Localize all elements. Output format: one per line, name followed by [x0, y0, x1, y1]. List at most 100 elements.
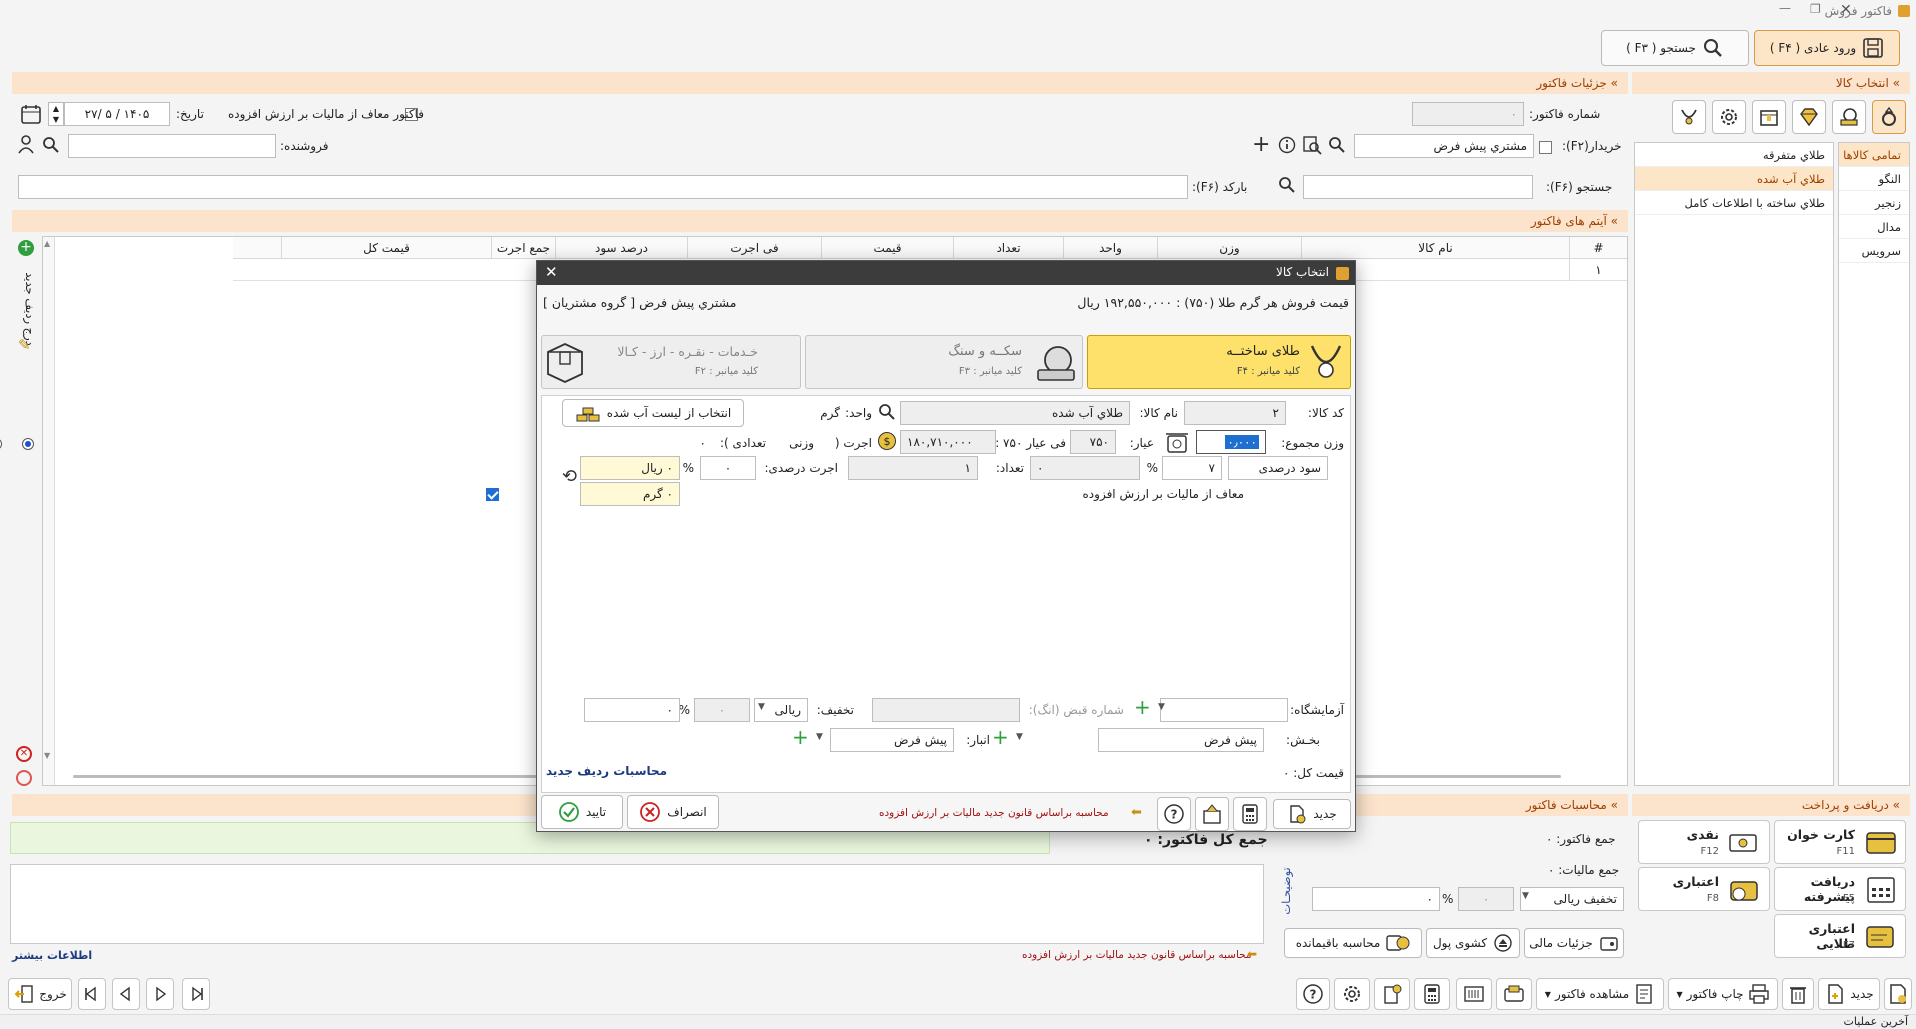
add-buyer-icon[interactable]: + [1252, 132, 1270, 157]
name-field[interactable]: طلاي آب شده [900, 401, 1130, 425]
melted-list-button[interactable]: انتخاب از لیست آب شده [562, 399, 744, 427]
tab-normal-entry[interactable]: ورود عادی ( F۴ ) [1754, 30, 1900, 66]
block-icon[interactable] [16, 770, 32, 786]
profit-type-select[interactable]: سود درصدی [1228, 456, 1328, 480]
financial-details-button[interactable]: جزئیات مالی [1524, 928, 1624, 958]
price-settings-icon[interactable] [1195, 797, 1229, 831]
goods-search-field[interactable] [1303, 175, 1533, 199]
last-page-icon[interactable] [78, 978, 106, 1010]
swap-arrows-icon[interactable]: ⟲ [562, 466, 577, 487]
card-reader-button[interactable]: کارت خوان F11 [1774, 820, 1906, 864]
vertical-scrollbar[interactable]: ▲ ▼ [43, 237, 55, 785]
new-document-icon[interactable] [1884, 978, 1912, 1010]
wage-weight-radio[interactable] [22, 438, 34, 450]
gold-credit-button[interactable]: اعتباری طلایی F7 [1774, 914, 1906, 958]
gear-icon[interactable] [1334, 978, 1370, 1010]
date-spinner[interactable]: ▲ ▼ [48, 102, 64, 126]
seller-field[interactable] [68, 134, 276, 158]
invoice-discount-value[interactable]: ۰ [1312, 887, 1440, 911]
close-icon[interactable]: ✕ [1840, 2, 1852, 18]
type-card-made-gold[interactable]: طلای ساختــه کلید میانبر : F۴ [1087, 335, 1351, 389]
new-button[interactable]: جدید [1818, 978, 1880, 1010]
category-item[interactable]: سرویس [1839, 239, 1909, 263]
cash-drawer-button[interactable]: کشوی پول [1426, 928, 1520, 958]
add-lab-icon[interactable]: + [1134, 695, 1151, 719]
count-field[interactable]: ۱ [848, 456, 978, 480]
invoice-discount-percent[interactable]: ۰ [1458, 887, 1514, 911]
print-invoice-button[interactable]: چاپ فاکتور ▼ [1668, 978, 1778, 1010]
invoice-discount-type[interactable]: تخفیف ریالی [1520, 887, 1624, 911]
search-icon[interactable] [1278, 176, 1296, 194]
close-icon[interactable]: ✕ [545, 263, 558, 281]
add-store-icon[interactable]: + [792, 725, 809, 749]
minimize-icon[interactable]: — [1779, 1, 1791, 15]
diamond-icon[interactable] [1792, 100, 1826, 134]
necklace-icon[interactable] [1672, 100, 1706, 134]
calendar-icon[interactable] [20, 103, 42, 125]
subcategory-item-selected[interactable]: طلاي آب شده [1635, 167, 1833, 191]
delete-row-icon[interactable]: ✕ [16, 746, 32, 762]
coin-stack-icon[interactable] [1832, 100, 1866, 134]
cancel-button[interactable]: انصراف [627, 795, 719, 829]
date-field[interactable]: ۱۴۰۵ / ۵ /۲۷ [64, 102, 170, 126]
code-field[interactable]: ۲ [1184, 401, 1286, 425]
help-icon[interactable]: ? [1157, 797, 1191, 831]
help-icon[interactable]: ? [1296, 978, 1330, 1010]
previous-page-icon[interactable] [112, 978, 140, 1010]
category-item[interactable]: زنجیر [1839, 191, 1909, 215]
category-item[interactable]: النگو [1839, 167, 1909, 191]
subcategory-item[interactable]: طلاي ساخته با اطلاعات کامل [1635, 191, 1833, 215]
ring-icon[interactable] [1872, 100, 1906, 134]
notes-box[interactable] [10, 864, 1264, 944]
gear-icon[interactable] [1712, 100, 1746, 134]
barcode-field[interactable] [18, 175, 1188, 199]
remaining-calc-button[interactable]: محاسبه باقیمانده [1284, 928, 1422, 958]
barcode-printer-icon[interactable] [1456, 978, 1492, 1010]
weight-field[interactable]: ۰٫۰۰۰ [1196, 430, 1266, 454]
invoice-no-field[interactable]: ۰ [1412, 102, 1524, 126]
calculator-icon[interactable] [1414, 978, 1450, 1010]
profit-field[interactable]: ۷ [1162, 456, 1222, 480]
price750-field[interactable]: ۱۸۰,۷۱۰,۰۰۰ [900, 430, 996, 454]
scale-icon[interactable] [1164, 430, 1190, 454]
section-select[interactable]: پیش فرض [1098, 728, 1264, 752]
add-section-icon[interactable]: + [992, 725, 1009, 749]
lab-select[interactable] [1160, 698, 1288, 722]
tab-search[interactable]: جستجو ( F۳ ) [1601, 30, 1749, 66]
wage-count-radio[interactable] [0, 438, 2, 450]
more-info-link[interactable]: اطلاعات بیشتر [12, 949, 92, 962]
category-item[interactable]: مدال [1839, 215, 1909, 239]
dialog-new-button[interactable]: جدید [1273, 799, 1351, 829]
type-card-services[interactable]: خـدمات - نقـره - ارز - کـالا کلید میانبر… [541, 335, 801, 389]
credit-button[interactable]: اعتباری F8 [1638, 867, 1770, 911]
search-icon[interactable] [1328, 136, 1346, 154]
seller-user-icon[interactable] [16, 134, 36, 154]
buyer-checkbox[interactable] [1539, 141, 1552, 154]
cash-button[interactable]: نقدی F12 [1638, 820, 1770, 864]
wage-gram-field[interactable]: ۰ گرم [580, 482, 680, 506]
subcategory-item[interactable]: طلاي متفرقه [1635, 143, 1833, 167]
wage-rial-field[interactable]: ۰ ریال [580, 456, 680, 480]
info-icon[interactable] [1278, 136, 1296, 154]
customer-search-icon[interactable] [1302, 135, 1322, 155]
restore-icon[interactable]: ❐ [1810, 2, 1821, 16]
store-select[interactable]: پیش فرض [830, 728, 954, 752]
buyer-field[interactable]: مشتري پيش فرض [1354, 134, 1534, 158]
discount-percent-field[interactable]: ۰ [694, 698, 750, 722]
category-all[interactable]: تمامی کالاها [1839, 143, 1909, 167]
karat-field[interactable]: ۷۵۰ [1070, 430, 1116, 454]
item-vat-exempt-checkbox[interactable] [485, 488, 499, 501]
search-icon[interactable] [42, 136, 60, 154]
settings-calc-icon[interactable] [1374, 978, 1410, 1010]
pos-icon[interactable] [1496, 978, 1532, 1010]
calculator-icon[interactable] [1233, 797, 1267, 831]
ok-button[interactable]: تایید [541, 795, 623, 829]
next-page-icon[interactable] [146, 978, 174, 1010]
profit-amount-field[interactable]: ۰ [1030, 456, 1140, 480]
exit-button[interactable]: خروج [8, 978, 72, 1010]
advanced-receive-button[interactable]: دریافت پیشرفته F5 [1774, 867, 1906, 911]
receipt-field[interactable] [872, 698, 1020, 722]
wage-percent-field[interactable]: ۰ [700, 456, 756, 480]
type-card-coin-stone[interactable]: سکــه و سنگ کلید میانبر : F۳ [805, 335, 1083, 389]
search-icon[interactable] [878, 403, 896, 421]
